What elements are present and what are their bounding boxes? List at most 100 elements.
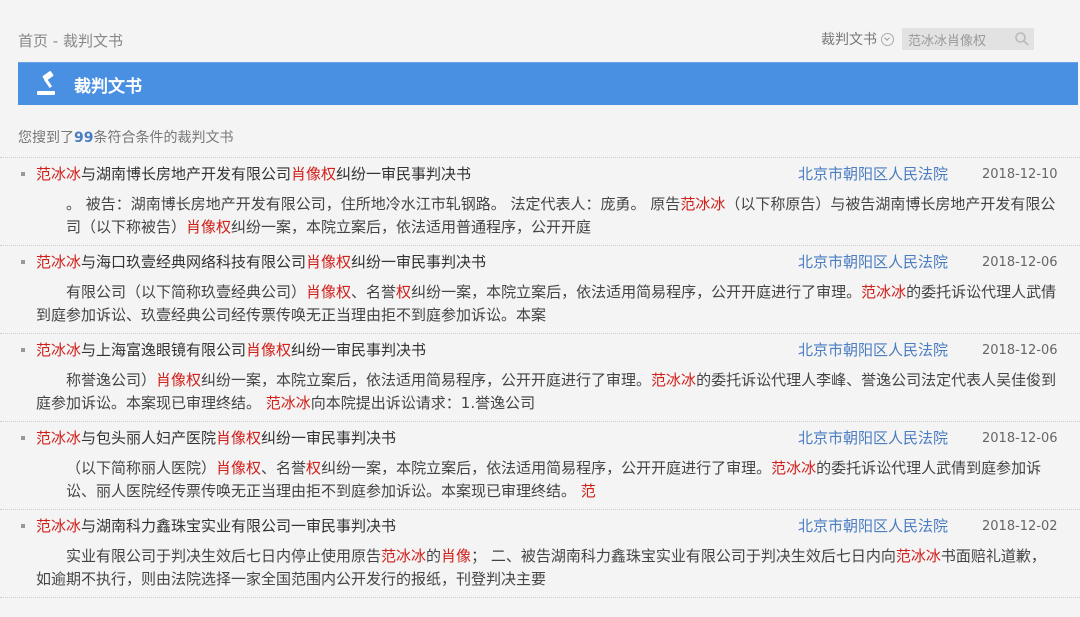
keyword-highlight: 肖像权	[216, 429, 262, 447]
result-item: 范冰冰与海口玖壹经典网络科技有限公司肖像权纠纷一审民事判决书 北京市朝阳区人民法院…	[0, 246, 1080, 334]
result-snippet: 称誉逸公司）肖像权纠纷一案，本院立案后，依法适用简易程序，公开开庭进行了审理。范…	[36, 369, 1060, 415]
result-count-prefix: 您搜到了	[18, 130, 74, 146]
court-link[interactable]: 北京市朝阳区人民法院	[798, 334, 948, 367]
keyword-highlight: 范冰冰	[895, 547, 941, 565]
keyword-highlight: 范冰冰	[36, 341, 82, 359]
bullet-icon	[21, 524, 25, 528]
text-segment: 、名誉	[261, 459, 307, 477]
text-segment: 与湖南科力鑫珠宝实业有限公司一审民事判决书	[81, 517, 397, 535]
result-snippet: 。 被告：湖南博长房地产开发有限公司，住所地冷水江市轧钢路。 法定代表人：庞勇。…	[66, 193, 1060, 239]
keyword-highlight: 范冰冰	[861, 283, 907, 301]
keyword-highlight: 权	[306, 459, 322, 477]
text-segment: 与上海富逸眼镜有限公司	[81, 341, 247, 359]
result-count: 您搜到了99条符合条件的裁判文书	[18, 127, 1080, 147]
keyword-highlight: 范冰冰	[680, 195, 726, 213]
text-segment: 、名誉	[351, 283, 397, 301]
result-snippet: 实业有限公司于判决生效后七日内停止使用原告范冰冰的肖像； 二、被告湖南科力鑫珠宝…	[36, 545, 1060, 591]
text-segment: 有限公司（以下简称玖壹经典公司）	[66, 283, 307, 301]
result-title-link[interactable]: 范冰冰与海口玖壹经典网络科技有限公司肖像权纠纷一审民事判决书	[36, 246, 486, 279]
keyword-highlight: 肖像权	[186, 218, 232, 236]
search-icon[interactable]	[1014, 31, 1030, 47]
breadcrumb-home[interactable]: 首页	[18, 32, 48, 50]
text-segment: 与湖南博长房地产开发有限公司	[81, 165, 292, 183]
text-segment: 纠纷一案，本院立案后，依法适用简易程序，公开开庭进行了审理。	[411, 283, 862, 301]
text-segment: 纠纷一审民事判决书	[336, 165, 472, 183]
result-title-link[interactable]: 范冰冰与湖南博长房地产开发有限公司肖像权纠纷一审民事判决书	[36, 158, 471, 191]
court-link[interactable]: 北京市朝阳区人民法院	[798, 422, 948, 455]
keyword-highlight: 肖像权	[156, 371, 202, 389]
text-segment: 称誉逸公司）	[66, 371, 157, 389]
search-type-select[interactable]: 裁判文书	[821, 29, 894, 49]
result-header: 范冰冰与上海富逸眼镜有限公司肖像权纠纷一审民事判决书 北京市朝阳区人民法院 2018…	[0, 334, 1080, 367]
keyword-highlight: 肖像权	[291, 165, 337, 183]
result-header: 范冰冰与湖南科力鑫珠宝实业有限公司一审民事判决书 北京市朝阳区人民法院 2018-1…	[0, 510, 1080, 543]
keyword-highlight: 肖像权	[246, 341, 292, 359]
chevron-down-icon	[881, 32, 894, 46]
result-item: 范冰冰与湖南科力鑫珠宝实业有限公司一审民事判决书 北京市朝阳区人民法院 2018-1…	[0, 510, 1080, 598]
text-segment: 纠纷一审民事判决书	[351, 253, 487, 271]
keyword-highlight: 权	[396, 283, 412, 301]
court-link[interactable]: 北京市朝阳区人民法院	[798, 246, 948, 279]
text-segment: 与包头丽人妇产医院	[81, 429, 217, 447]
result-title-link[interactable]: 范冰冰与湖南科力鑫珠宝实业有限公司一审民事判决书	[36, 510, 396, 543]
text-segment: 纠纷一审民事判决书	[261, 429, 397, 447]
breadcrumb: 首页 - 裁判文书	[18, 30, 123, 51]
keyword-highlight: 肖像权	[306, 253, 352, 271]
text-segment: 实业有限公司于判决生效后七日内停止使用原告	[66, 547, 382, 565]
bullet-icon	[21, 260, 25, 264]
result-date: 2018-12-02	[982, 519, 1058, 534]
bullet-icon	[21, 172, 25, 176]
search-type-label: 裁判文书	[821, 32, 877, 48]
keyword-highlight: 范	[580, 482, 596, 500]
text-segment: 纠纷一审民事判决书	[291, 341, 427, 359]
keyword-highlight: 范冰冰	[651, 371, 697, 389]
keyword-highlight: 肖像	[441, 547, 472, 565]
result-snippet: 有限公司（以下简称玖壹经典公司）肖像权、名誉权纠纷一案，本院立案后，依法适用简易…	[36, 281, 1060, 327]
keyword-highlight: 范冰冰	[36, 253, 82, 271]
search-box	[894, 28, 1034, 50]
result-list: 范冰冰与湖南博长房地产开发有限公司肖像权纠纷一审民事判决书 北京市朝阳区人民法院 2…	[0, 157, 1080, 598]
result-title-link[interactable]: 范冰冰与包头丽人妇产医院肖像权纠纷一审民事判决书	[36, 422, 396, 455]
keyword-highlight: 肖像权	[306, 283, 352, 301]
search-area: 裁判文书	[821, 28, 1034, 50]
result-date: 2018-12-06	[982, 431, 1058, 446]
text-segment: 的	[426, 547, 442, 565]
keyword-highlight: 范冰冰	[36, 165, 82, 183]
text-segment: 纠纷一案，本院立案后，依法适用简易程序，公开开庭进行了审理。	[321, 459, 772, 477]
banner-title: 裁判文书	[74, 76, 142, 97]
result-date: 2018-12-06	[982, 343, 1058, 358]
text-segment: ； 二、被告湖南科力鑫珠宝实业有限公司于判决生效后七日内向	[471, 547, 896, 565]
text-segment: 与海口玖壹经典网络科技有限公司	[81, 253, 307, 271]
gavel-icon	[37, 71, 55, 95]
top-bar: 首页 - 裁判文书 裁判文书	[0, 0, 1080, 62]
result-header: 范冰冰与海口玖壹经典网络科技有限公司肖像权纠纷一审民事判决书 北京市朝阳区人民法院…	[0, 246, 1080, 279]
bullet-icon	[21, 436, 25, 440]
keyword-highlight: 范冰冰	[381, 547, 427, 565]
text-segment: （以下简称丽人医院）	[66, 459, 217, 477]
keyword-highlight: 肖像权	[216, 459, 262, 477]
result-header: 范冰冰与湖南博长房地产开发有限公司肖像权纠纷一审民事判决书 北京市朝阳区人民法院 2…	[0, 158, 1080, 191]
result-title-link[interactable]: 范冰冰与上海富逸眼镜有限公司肖像权纠纷一审民事判决书	[36, 334, 426, 367]
court-link[interactable]: 北京市朝阳区人民法院	[798, 158, 948, 191]
result-snippet: （以下简称丽人医院）肖像权、名誉权纠纷一案，本院立案后，依法适用简易程序，公开开…	[66, 457, 1060, 503]
result-item: 范冰冰与上海富逸眼镜有限公司肖像权纠纷一审民事判决书 北京市朝阳区人民法院 2018…	[0, 334, 1080, 422]
result-date: 2018-12-10	[982, 167, 1058, 182]
breadcrumb-separator: -	[48, 32, 63, 50]
result-count-suffix: 条符合条件的裁判文书	[93, 130, 234, 146]
keyword-highlight: 范冰冰	[36, 429, 82, 447]
text-segment: 纠纷一案，本院立案后，依法适用简易程序，公开开庭进行了审理。	[201, 371, 652, 389]
section-banner: 裁判文书	[18, 62, 1078, 105]
court-link[interactable]: 北京市朝阳区人民法院	[798, 510, 948, 543]
keyword-highlight: 范冰冰	[36, 517, 82, 535]
keyword-highlight: 范冰冰	[265, 394, 311, 412]
result-item: 范冰冰与包头丽人妇产医院肖像权纠纷一审民事判决书 北京市朝阳区人民法院 2018-1…	[0, 422, 1080, 510]
text-segment: 纠纷一案，本院立案后，依法适用普通程序，公开开庭	[231, 218, 592, 236]
bullet-icon	[21, 348, 25, 352]
result-count-number: 99	[74, 130, 94, 146]
result-header: 范冰冰与包头丽人妇产医院肖像权纠纷一审民事判决书 北京市朝阳区人民法院 2018-1…	[0, 422, 1080, 455]
keyword-highlight: 范冰冰	[771, 459, 817, 477]
result-item: 范冰冰与湖南博长房地产开发有限公司肖像权纠纷一审民事判决书 北京市朝阳区人民法院 2…	[0, 157, 1080, 246]
text-segment: 向本院提出诉讼请求：1.誉逸公司	[310, 394, 536, 412]
result-date: 2018-12-06	[982, 255, 1058, 270]
breadcrumb-current[interactable]: 裁判文书	[63, 32, 123, 50]
